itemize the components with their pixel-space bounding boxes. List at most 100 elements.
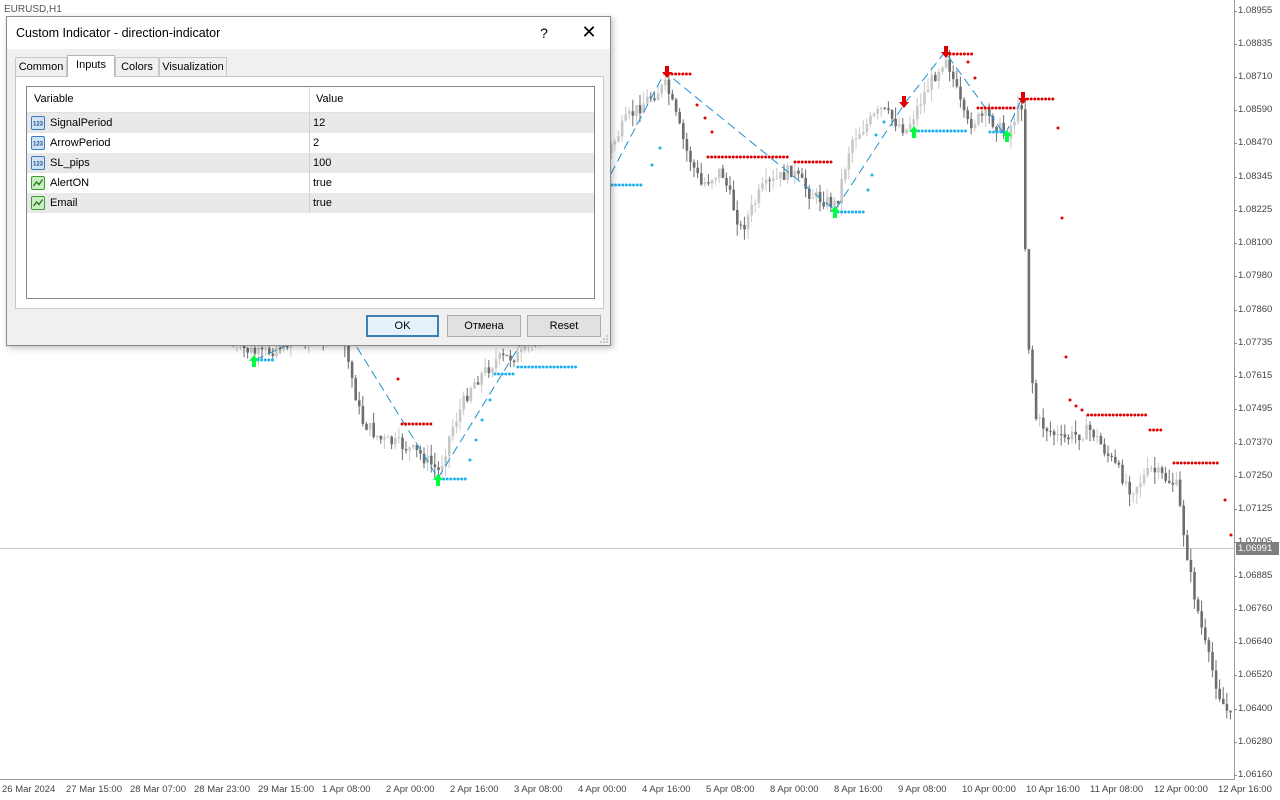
svg-text:123: 123 — [33, 162, 44, 168]
support-dot — [449, 477, 453, 481]
candle-body — [480, 373, 483, 385]
price-tick: 1.07125 — [1233, 503, 1273, 514]
time-tick: 4 Apr 16:00 — [642, 784, 691, 795]
resize-grip-icon[interactable] — [600, 335, 608, 343]
time-tick: 2 Apr 16:00 — [450, 784, 499, 795]
help-button[interactable]: ? — [525, 17, 563, 49]
resistance-dot — [1152, 428, 1156, 432]
support-dot — [559, 365, 563, 369]
price-axis[interactable]: 1.08955 1.08835 1.08710 1.08590 1.08470 … — [1233, 0, 1280, 780]
variable-column-header[interactable]: Variable — [27, 87, 309, 112]
param-value[interactable]: true — [313, 193, 332, 213]
table-row[interactable]: AlertON true — [27, 173, 594, 193]
candle-body — [696, 167, 699, 174]
time-tick: 27 Mar 15:00 — [66, 784, 122, 795]
support-dot — [538, 365, 542, 369]
candle-body — [257, 347, 260, 354]
candle-body — [1103, 444, 1106, 454]
candle-body — [721, 168, 725, 178]
resistance-dot — [1126, 413, 1130, 417]
dialog-titlebar[interactable]: Custom Indicator - direction-indicator ?… — [7, 17, 610, 49]
resistance-dot — [955, 52, 959, 56]
table-row[interactable]: 123 ArrowPeriod 2 — [27, 133, 594, 153]
resistance-dot — [1051, 97, 1055, 101]
value-column-header[interactable]: Value — [309, 87, 594, 112]
resistance-dot — [1005, 106, 1009, 110]
candle-body — [1034, 383, 1038, 419]
resistance-dot — [778, 155, 782, 159]
candle-body — [1214, 670, 1218, 689]
candle-body — [937, 71, 941, 82]
support-dot — [267, 358, 271, 362]
candle-body — [1060, 434, 1063, 436]
candle-body — [1013, 121, 1016, 126]
candle-body — [1211, 651, 1214, 671]
reset-button[interactable]: Reset — [527, 315, 601, 337]
candle-body — [412, 445, 415, 448]
price-tick: 1.07370 — [1233, 437, 1273, 448]
candle-body — [473, 382, 476, 389]
price-tick: 1.08100 — [1233, 237, 1273, 248]
candle-body — [772, 178, 775, 181]
candle-body — [455, 421, 458, 428]
candle-body — [948, 59, 951, 72]
candle-body — [959, 86, 962, 100]
candle-body — [966, 110, 969, 119]
table-row[interactable]: 123 SL_pips 100 — [27, 153, 594, 173]
table-row[interactable]: 123 SignalPeriod 12 — [27, 113, 594, 133]
param-value[interactable]: true — [313, 173, 332, 193]
inputs-grid[interactable]: Variable Value 123 SignalPeriod 12 123 A… — [26, 86, 595, 299]
candle-body — [1153, 467, 1157, 473]
candle-body — [1175, 479, 1178, 485]
resistance-dot — [1155, 428, 1159, 432]
support-dot — [658, 146, 662, 150]
cell-divider — [309, 133, 310, 153]
candle-body — [365, 423, 368, 430]
tab-visualization[interactable]: Visualization — [159, 57, 227, 76]
support-dot — [988, 130, 992, 134]
ok-button[interactable]: OK — [366, 315, 439, 337]
candle-body — [397, 437, 401, 439]
candle-body — [401, 437, 404, 449]
candle-body — [1114, 456, 1117, 463]
support-dot — [488, 398, 492, 402]
param-value[interactable]: 12 — [313, 113, 325, 133]
candle-body — [685, 139, 689, 151]
support-dot — [500, 372, 504, 376]
resistance-dot — [1012, 106, 1016, 110]
candle-body — [1128, 481, 1131, 495]
candle-body — [692, 162, 696, 168]
price-tick: 1.08835 — [1233, 38, 1273, 49]
param-value[interactable]: 2 — [313, 133, 319, 153]
tab-inputs[interactable]: Inputs — [67, 55, 115, 77]
candle-body — [919, 104, 923, 106]
candle-body — [862, 132, 865, 135]
close-button[interactable]: ✕ — [567, 17, 611, 49]
candle-body — [901, 124, 905, 134]
cancel-button[interactable]: Отмена — [447, 315, 521, 337]
support-dot — [938, 129, 942, 133]
support-dot — [260, 358, 264, 362]
candle-body — [505, 355, 509, 357]
support-dot — [566, 365, 570, 369]
support-dot — [556, 365, 560, 369]
candle-body — [944, 59, 948, 68]
support-dot — [552, 365, 556, 369]
indicator-dialog[interactable]: Custom Indicator - direction-indicator ?… — [6, 16, 611, 346]
time-tick: 10 Apr 00:00 — [962, 784, 1016, 795]
tab-colors[interactable]: Colors — [115, 57, 159, 76]
time-axis[interactable]: 26 Mar 2024 27 Mar 15:00 28 Mar 07:00 28… — [0, 780, 1272, 800]
param-value[interactable]: 100 — [313, 153, 331, 173]
tab-common[interactable]: Common — [15, 57, 67, 76]
support-dot — [523, 365, 527, 369]
support-dot — [563, 365, 567, 369]
candle-body — [368, 422, 372, 430]
candle-body — [458, 409, 462, 422]
table-row[interactable]: Email true — [27, 193, 594, 213]
candle-body — [1178, 479, 1182, 506]
resistance-dot — [1029, 97, 1033, 101]
price-tick: 1.07980 — [1233, 270, 1273, 281]
candle-body — [1031, 349, 1034, 384]
candle-body — [674, 99, 678, 112]
resistance-dot — [1060, 216, 1064, 220]
